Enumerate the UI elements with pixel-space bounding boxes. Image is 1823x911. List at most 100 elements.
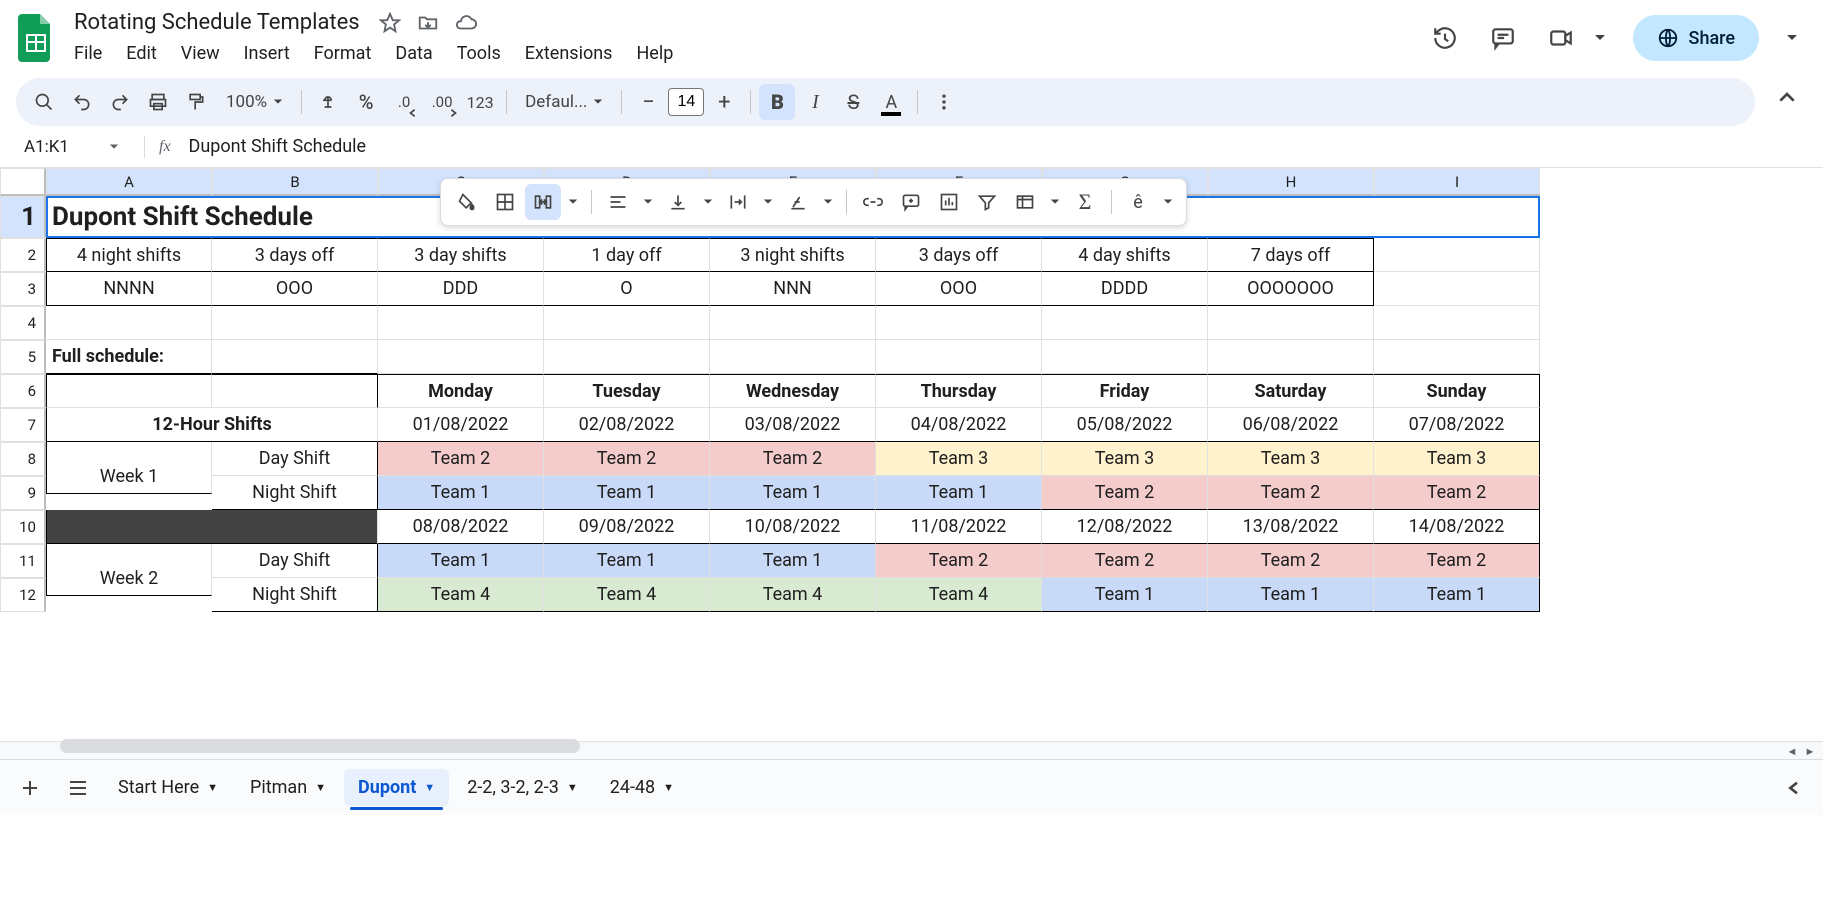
insert-chart-icon[interactable] (931, 184, 967, 220)
cell[interactable]: Week 2 (46, 562, 212, 596)
cell[interactable]: Tuesday (544, 374, 710, 408)
cell[interactable]: Team 3 (1208, 442, 1374, 476)
cell[interactable]: 10/08/2022 (710, 510, 876, 544)
cell[interactable]: Sunday (1374, 374, 1540, 408)
italic-icon[interactable]: I (797, 84, 833, 120)
scroll-right-icon[interactable]: ► (1801, 742, 1819, 759)
cell[interactable]: Team 3 (1042, 442, 1208, 476)
cell[interactable]: 13/08/2022 (1208, 510, 1374, 544)
cell[interactable] (46, 510, 378, 544)
cell[interactable]: Team 2 (710, 442, 876, 476)
cell[interactable]: Team 1 (876, 476, 1042, 510)
cell[interactable]: 08/08/2022 (378, 510, 544, 544)
account-dropdown-icon[interactable] (1777, 23, 1807, 53)
scroll-thumb[interactable] (60, 739, 580, 753)
cell[interactable]: Monday (378, 374, 544, 408)
cell[interactable]: 3 days off (876, 238, 1042, 272)
row-header[interactable]: 5 (0, 340, 46, 374)
more-formats-icon[interactable]: 123 (462, 84, 498, 120)
collapse-toolbar-icon[interactable] (1767, 78, 1807, 118)
cell[interactable]: 04/08/2022 (876, 408, 1042, 442)
cell[interactable]: 01/08/2022 (378, 408, 544, 442)
cell[interactable]: 03/08/2022 (710, 408, 876, 442)
cell[interactable]: OOO (212, 272, 378, 306)
cell[interactable] (1374, 306, 1540, 340)
scroll-left-icon[interactable]: ◄ (1783, 742, 1801, 759)
zoom-select[interactable]: 100% (216, 84, 293, 120)
cell[interactable] (1208, 340, 1374, 374)
cell[interactable]: Team 2 (1374, 544, 1540, 578)
cell[interactable] (710, 306, 876, 340)
tab-dropdown-icon[interactable]: ▼ (424, 781, 435, 794)
meet-icon[interactable] (1541, 18, 1581, 58)
cell[interactable]: Week 1 (46, 460, 212, 494)
cell[interactable]: Team 4 (710, 578, 876, 612)
cell[interactable]: Day Shift (212, 544, 378, 578)
explore-icon[interactable] (1771, 766, 1815, 810)
col-header[interactable]: B (212, 168, 378, 196)
cell[interactable]: 09/08/2022 (544, 510, 710, 544)
cell[interactable]: Team 1 (378, 544, 544, 578)
move-icon[interactable] (416, 11, 440, 35)
more-toolbar-icon[interactable] (926, 84, 962, 120)
cell[interactable]: Team 1 (1208, 578, 1374, 612)
functions-icon[interactable]: Σ (1067, 184, 1103, 220)
decrease-decimal-icon[interactable]: .0 (386, 84, 422, 120)
spreadsheet-grid[interactable]: A B C D E F G H I 1 Dupont Shift Schedul… (0, 168, 1823, 759)
cell[interactable] (378, 340, 544, 374)
filter-icon[interactable] (969, 184, 1005, 220)
cell[interactable] (1208, 306, 1374, 340)
rotation-dropdown-icon[interactable] (818, 184, 838, 220)
cell[interactable]: Saturday (1208, 374, 1374, 408)
increase-decimal-icon[interactable]: .00 (424, 84, 460, 120)
meet-dropdown-icon[interactable] (1585, 23, 1615, 53)
row-header[interactable]: 12 (0, 578, 46, 612)
select-all-corner[interactable] (0, 168, 46, 196)
star-icon[interactable] (378, 11, 402, 35)
tab-dropdown-icon[interactable]: ▼ (567, 781, 578, 794)
cell[interactable]: 4 day shifts (1042, 238, 1208, 272)
tab-dropdown-icon[interactable]: ▼ (663, 781, 674, 794)
sheet-tab-22-32-23[interactable]: 2-2, 3-2, 2-3▼ (453, 769, 592, 806)
undo-icon[interactable] (64, 84, 100, 120)
redo-icon[interactable] (102, 84, 138, 120)
cell[interactable]: Team 4 (378, 578, 544, 612)
merge-cells-icon[interactable] (525, 184, 561, 220)
cell[interactable]: Team 1 (710, 544, 876, 578)
cell[interactable] (378, 306, 544, 340)
cell[interactable]: 14/08/2022 (1374, 510, 1540, 544)
col-header[interactable]: I (1374, 168, 1540, 196)
cell[interactable] (46, 306, 212, 340)
name-box[interactable]: A1:K1 (16, 133, 136, 161)
add-sheet-icon[interactable] (8, 766, 52, 810)
tab-dropdown-icon[interactable]: ▼ (207, 781, 218, 794)
cell[interactable]: Team 1 (1042, 578, 1208, 612)
font-select[interactable]: Defaul... (515, 84, 613, 120)
menu-help[interactable]: Help (626, 39, 683, 68)
cell[interactable]: 11/08/2022 (876, 510, 1042, 544)
cell[interactable]: 02/08/2022 (544, 408, 710, 442)
cell[interactable]: Full schedule: (46, 340, 212, 374)
cell[interactable]: Team 2 (378, 442, 544, 476)
cell[interactable]: Team 2 (1374, 476, 1540, 510)
cell[interactable]: Team 1 (544, 544, 710, 578)
cell[interactable]: OOOOOOO (1208, 272, 1374, 306)
borders-icon[interactable] (487, 184, 523, 220)
cell[interactable]: NNNN (46, 272, 212, 306)
cell[interactable]: Team 1 (378, 476, 544, 510)
cell[interactable]: 05/08/2022 (1042, 408, 1208, 442)
valign-dropdown-icon[interactable] (698, 184, 718, 220)
cell[interactable]: Wednesday (710, 374, 876, 408)
share-button[interactable]: Share (1633, 15, 1759, 61)
cell[interactable]: Team 3 (876, 442, 1042, 476)
sheet-tab-pitman[interactable]: Pitman▼ (236, 769, 340, 806)
cell[interactable]: Team 2 (1042, 544, 1208, 578)
cell[interactable]: Team 2 (876, 544, 1042, 578)
formula-input[interactable]: Dupont Shift Schedule (185, 132, 1807, 161)
cell[interactable]: O (544, 272, 710, 306)
menu-edit[interactable]: Edit (116, 39, 166, 68)
col-header[interactable]: A (46, 168, 212, 196)
cell[interactable]: Team 2 (1208, 476, 1374, 510)
halign-dropdown-icon[interactable] (638, 184, 658, 220)
text-rotation-icon[interactable] (780, 184, 816, 220)
